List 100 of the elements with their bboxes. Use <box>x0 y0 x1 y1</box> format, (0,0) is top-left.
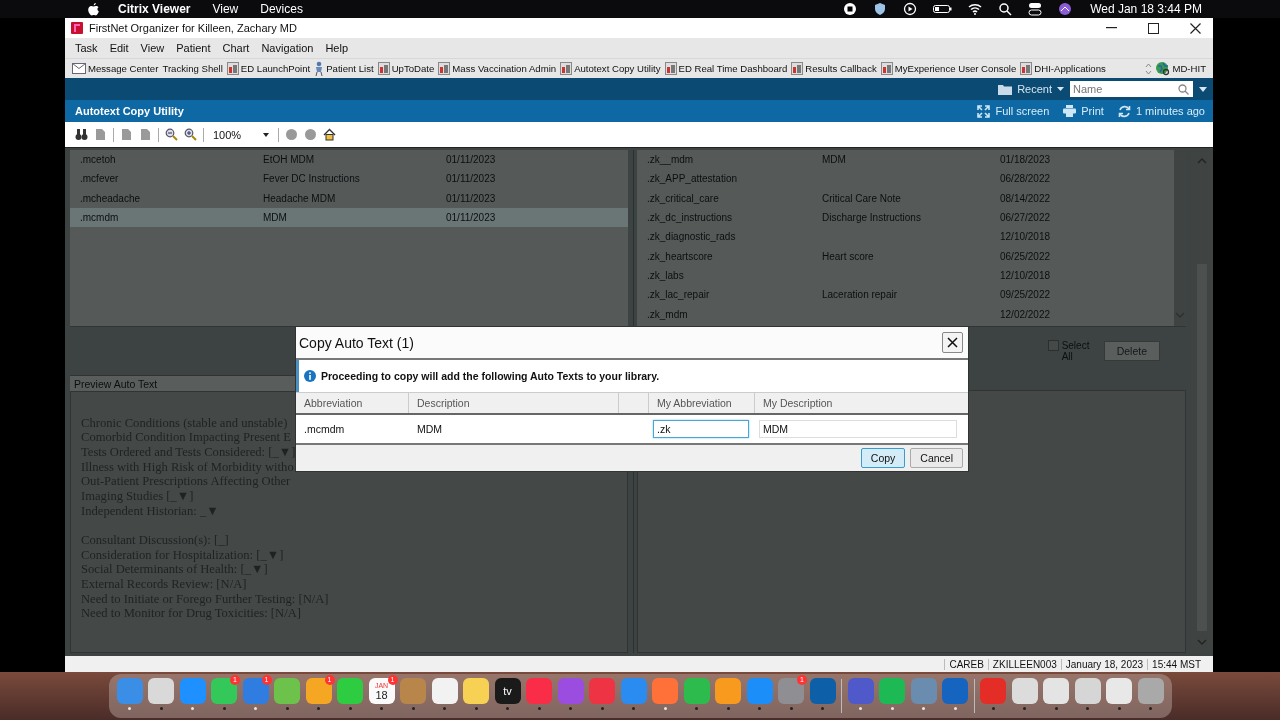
app-icon[interactable] <box>431 678 458 704</box>
abbreviation-cell-text: .mcheadache <box>80 192 142 204</box>
person-icon <box>314 61 325 76</box>
abbreviation-input[interactable]: .zk <box>653 420 749 438</box>
caret-icon[interactable] <box>1199 86 1207 92</box>
app-icon[interactable] <box>274 678 300 704</box>
stop-icon[interactable] <box>843 2 858 16</box>
status-text: CAREB <box>944 658 988 670</box>
assistant-icon[interactable] <box>1058 2 1073 16</box>
toolbar-link[interactable]: Autotext Copy Utility <box>559 62 662 75</box>
app-menu[interactable]: Citrix Viewer <box>107 2 202 16</box>
maximize-icon <box>1147 22 1159 34</box>
zoom-out-icon[interactable] <box>165 128 178 141</box>
list-row[interactable]: .mcmdm MDM 01/11/2023 <box>70 207 628 228</box>
refresh-icon <box>1117 104 1131 118</box>
description-input[interactable]: MDM <box>759 420 957 438</box>
toolbar-link[interactable]: Results Callback <box>790 62 878 75</box>
battery-icon[interactable] <box>933 2 953 16</box>
app-icon[interactable] <box>305 678 332 704</box>
menu-item[interactable]: Patient <box>170 42 217 54</box>
app-icon[interactable] <box>683 678 710 704</box>
app-icon[interactable] <box>1043 678 1069 704</box>
globe-icon <box>1155 61 1171 76</box>
menu-item[interactable]: Task <box>69 42 104 54</box>
app-icon <box>664 62 677 75</box>
column-header: My Description <box>762 396 834 411</box>
header-action[interactable]: 1 minutes ago <box>1117 104 1205 118</box>
toolbar-link[interactable]: MyExperience User Console <box>879 62 1018 75</box>
date-cell-text: 12/10/2018 <box>1000 269 1052 281</box>
zoom-in-icon[interactable] <box>184 128 197 141</box>
apple-icon[interactable] <box>88 2 99 16</box>
menu-item[interactable]: Chart <box>216 42 256 54</box>
binoculars-icon[interactable] <box>75 128 88 141</box>
search-icon[interactable] <box>998 2 1013 16</box>
document-icon[interactable] <box>94 128 107 141</box>
name-search-field[interactable]: Name <box>1070 81 1193 97</box>
menu-item[interactable]: Devices <box>249 2 314 16</box>
document-icon[interactable] <box>120 128 133 141</box>
toolbar-link[interactable]: ED Real Time Dashboard <box>663 62 789 75</box>
app-icon[interactable]: tv <box>494 678 521 704</box>
date-cell-text: 12/10/2018 <box>1000 231 1052 243</box>
app-icon <box>377 62 390 75</box>
app-icon[interactable] <box>148 678 174 704</box>
description-cell-text: Fever DC Instructions <box>263 173 361 185</box>
toggle-icon[interactable] <box>1028 2 1043 16</box>
circle-icon[interactable] <box>304 128 317 141</box>
menu-item[interactable]: Navigation <box>255 42 320 54</box>
chevron-up-icon[interactable] <box>1197 158 1207 164</box>
app-icon[interactable] <box>211 678 237 704</box>
menu-item[interactable]: Edit <box>103 42 135 54</box>
toolbar-link[interactable]: MD-HIT <box>1154 61 1207 76</box>
toolbar-link[interactable]: ED LaunchPoint <box>225 62 312 75</box>
column-header: Abbreviation <box>296 393 409 413</box>
abbreviation-cell-text: .zk_critical_care <box>647 192 720 204</box>
menu-item[interactable]: View <box>134 42 171 54</box>
header-action[interactable]: Full screen <box>977 104 1050 118</box>
home-icon[interactable] <box>323 128 336 141</box>
minimize-icon <box>1105 27 1117 29</box>
app-icon[interactable] <box>463 678 489 704</box>
shield-icon[interactable] <box>873 2 888 16</box>
app-icon[interactable] <box>1106 678 1132 704</box>
app-icon[interactable] <box>1137 678 1164 704</box>
menubar-clock[interactable]: Wed Jan 18 3:44 PM <box>1080 2 1280 16</box>
app-icon[interactable] <box>715 678 741 704</box>
toolbar-link[interactable]: Tracking Shell <box>161 63 224 74</box>
recent-dropdown[interactable]: Recent <box>998 83 1064 95</box>
app-icon <box>1020 62 1033 75</box>
close-button[interactable] <box>942 332 963 353</box>
app-logo-icon <box>71 22 83 34</box>
copy-button[interactable]: Copy <box>860 448 906 468</box>
toolbar-link[interactable]: Patient List <box>313 61 375 76</box>
header-action[interactable]: Print <box>1063 105 1104 117</box>
status-text: January 18, 2023 <box>1060 658 1148 670</box>
toolbar-link[interactable]: Mass Vaccination Admin <box>437 62 558 75</box>
menu-item[interactable]: View <box>201 2 250 16</box>
abbreviation-cell-text: .zk_labs <box>647 269 685 281</box>
app-icon[interactable] <box>1011 678 1038 704</box>
menu-item[interactable]: Help <box>319 42 354 54</box>
date-cell-text: 06/27/2022 <box>1000 212 1052 224</box>
abbreviation-cell-text: .zk_APP_attestation <box>647 173 739 185</box>
app-icon[interactable] <box>337 678 363 704</box>
chevron-down-icon[interactable] <box>1197 639 1207 645</box>
toolbar-link[interactable]: DHI-Applications <box>1019 62 1107 75</box>
play-icon[interactable] <box>903 2 918 16</box>
abbreviation-cell-text: .zk_heartscore <box>647 250 714 262</box>
description-cell-text: MDM <box>263 212 288 224</box>
document-icon[interactable] <box>139 128 152 141</box>
page-title: Autotext Copy Utility <box>75 105 184 117</box>
toolbar-link[interactable]: Message Center <box>71 63 160 74</box>
wifi-icon[interactable] <box>968 2 983 16</box>
toolbar-link[interactable]: UpToDate <box>376 62 436 75</box>
date-cell-text: 01/11/2023 <box>446 154 497 166</box>
app-icon[interactable] <box>1074 678 1101 704</box>
circle-icon[interactable] <box>285 128 298 141</box>
description-cell-text: MDM <box>822 154 847 166</box>
envelope-icon <box>72 63 86 74</box>
status-text: 15:44 MST <box>1147 658 1205 670</box>
scroll-arrows-icon[interactable] <box>1145 61 1153 76</box>
cancel-button[interactable]: Cancel <box>910 448 963 468</box>
close-icon <box>947 337 958 348</box>
